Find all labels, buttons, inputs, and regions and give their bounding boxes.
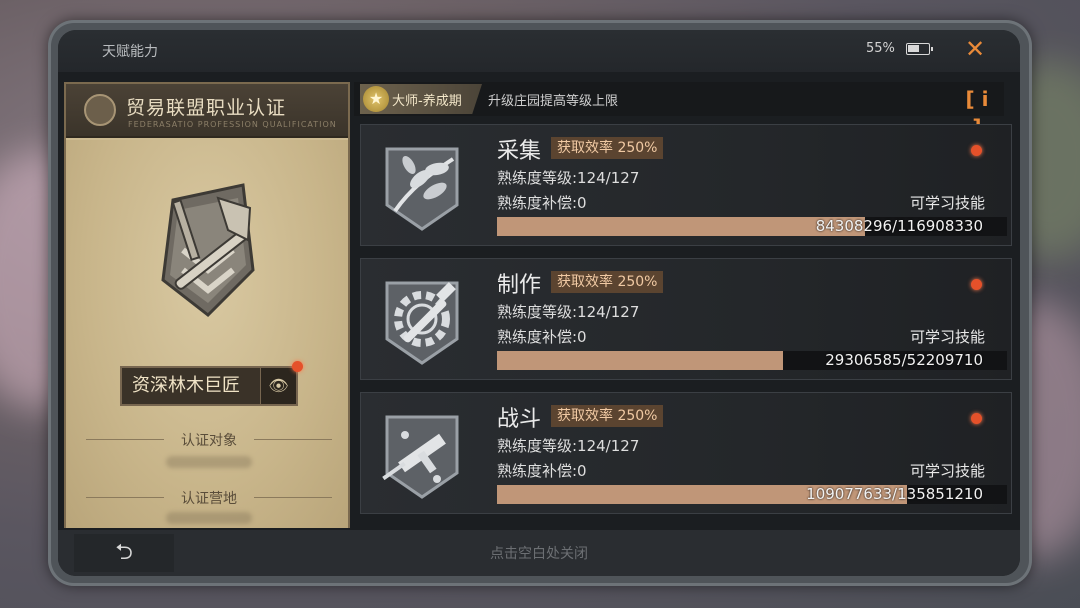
proficiency-level: 熟练度等级:124/127	[497, 169, 640, 187]
mascot-icon	[84, 94, 116, 126]
proficiency-level: 熟练度等级:124/127	[497, 437, 640, 455]
efficiency-badge: 获取效率 250%	[551, 271, 664, 293]
window-title: 天赋能力	[102, 44, 158, 60]
bottom-bar: ⮌ 点击空白处关闭	[58, 530, 1020, 576]
skill-card-craft[interactable]: 制作 获取效率 250% 熟练度等级:124/127 熟练度补偿:0 可学习技能…	[360, 258, 1012, 380]
progress-bar: 109077633/135851210	[497, 485, 1007, 504]
certification-subtitle: FEDERASATIO PROFESSION QUALIFICATION	[128, 120, 337, 129]
efficiency-badge: 获取效率 250%	[551, 137, 664, 159]
gear-hammer-icon	[385, 281, 459, 365]
progress-value: 109077633/135851210	[806, 485, 983, 503]
top-bar: 天赋能力 55% ✕	[58, 30, 1020, 72]
skill-name: 采集	[497, 139, 542, 164]
notification-dot	[292, 361, 303, 372]
notification-dot	[971, 145, 982, 156]
certification-title: 贸易联盟职业认证	[126, 97, 287, 119]
battery-icon	[906, 43, 933, 55]
master-badge: ★ 大师-养成期	[360, 84, 482, 114]
upgrade-hint: 升级庄园提高等级上限	[488, 94, 619, 109]
progress-bar: 84308296/116908330	[497, 217, 1007, 236]
progress-bar: 29306585/52209710	[497, 351, 1007, 370]
info-button[interactable]: [ i ]	[962, 85, 992, 139]
eye-icon[interactable]: 👁	[260, 368, 296, 404]
proficiency-compensation: 熟练度补偿:0	[497, 462, 587, 480]
learnable-skills-link[interactable]: 可学习技能	[910, 326, 985, 347]
certification-card: 贸易联盟职业认证 FEDERASATIO PROFESSION QUALIFIC…	[64, 82, 350, 528]
target-label: 认证对象	[86, 430, 332, 450]
proficiency-level: 熟练度等级:124/127	[497, 303, 640, 321]
gun-icon	[382, 415, 459, 499]
skill-name: 战斗	[497, 407, 542, 432]
skill-name: 制作	[497, 273, 542, 298]
talent-panel: 天赋能力 55% ✕ 贸易联盟职业认证 FEDERASATIO PROFESSI…	[58, 30, 1020, 576]
battery-percentage: 55%	[866, 41, 895, 56]
notification-dot	[971, 413, 982, 424]
master-header: ★ 大师-养成期 升级庄园提高等级上限 [ i ]	[354, 82, 1004, 139]
learnable-skills-link[interactable]: 可学习技能	[910, 460, 985, 481]
proficiency-compensation: 熟练度补偿:0	[497, 194, 587, 212]
axe-emblem-icon	[161, 183, 255, 317]
progress-fill	[497, 351, 784, 370]
skill-card-gather[interactable]: 采集 获取效率 250% 熟练度等级:124/127 熟练度补偿:0 可学习技能…	[360, 124, 1012, 246]
close-button[interactable]: ✕	[962, 36, 988, 62]
close-hint[interactable]: 点击空白处关闭	[58, 543, 1020, 563]
target-value-blurred	[166, 456, 252, 468]
star-icon: ★	[363, 86, 389, 112]
learnable-skills-link[interactable]: 可学习技能	[910, 192, 985, 213]
efficiency-badge: 获取效率 250%	[551, 405, 664, 427]
skill-card-combat[interactable]: 战斗 获取效率 250% 熟练度等级:124/127 熟练度补偿:0 可学习技能…	[360, 392, 1012, 514]
progress-fill	[497, 217, 865, 236]
camp-value-blurred	[166, 512, 252, 524]
master-badge-label: 大师-养成期	[392, 94, 462, 109]
rank-label: 资深林木巨匠	[132, 375, 240, 396]
certification-header: 贸易联盟职业认证 FEDERASATIO PROFESSION QUALIFIC…	[66, 84, 348, 138]
certification-body: 资深林木巨匠 👁 认证对象 认证营地	[66, 140, 348, 528]
progress-value: 84308296/116908330	[815, 217, 983, 235]
rank-title: 资深林木巨匠 👁	[120, 366, 298, 406]
camp-label: 认证营地	[86, 488, 332, 508]
progress-value: 29306585/52209710	[825, 351, 983, 369]
proficiency-compensation: 熟练度补偿:0	[497, 328, 587, 346]
leaves-icon	[385, 147, 459, 231]
notification-dot	[971, 279, 982, 290]
